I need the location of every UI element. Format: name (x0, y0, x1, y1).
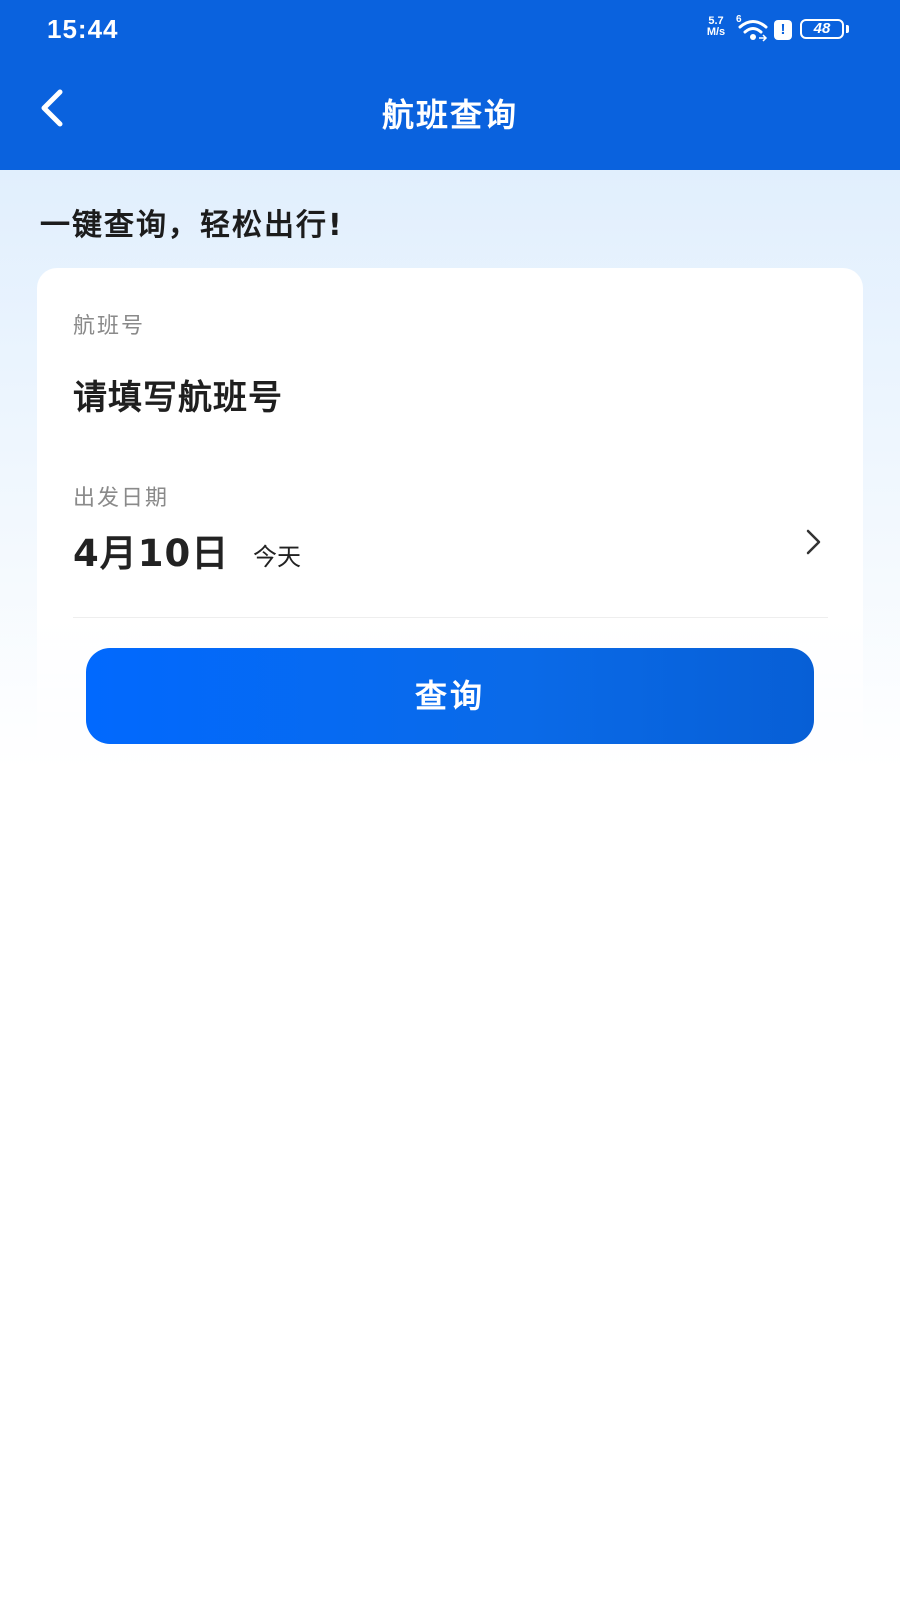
page-title: 航班查询 (381, 96, 518, 134)
alert-icon: ! (774, 20, 792, 40)
battery-tip (846, 25, 849, 33)
departure-date-relative: 今天 (253, 543, 301, 571)
divider (73, 617, 828, 618)
chevron-right-icon (806, 529, 821, 555)
departure-date-value: 4月10日 (73, 532, 230, 575)
wifi-network-label: 6 (736, 14, 742, 25)
status-bar: 15:44 5.7 M/s 6 ! 48 (0, 0, 900, 60)
slogan: 一键查询，轻松出行! (40, 208, 344, 243)
flight-number-input[interactable]: 请填写航班号 (73, 370, 813, 420)
query-button[interactable]: 查询 (86, 648, 814, 744)
departure-date-picker[interactable]: 4月10日 今天 (73, 515, 828, 575)
status-time: 15:44 (47, 14, 119, 44)
wifi-icon: 6 (736, 14, 770, 43)
departure-date-label: 出发日期 (73, 486, 170, 511)
flight-number-label: 航班号 (73, 314, 146, 339)
network-speed-unit: M/s (706, 26, 726, 38)
app-header: 15:44 5.7 M/s 6 ! 48 航班查询 (0, 0, 900, 170)
battery-icon: 48 (800, 19, 844, 39)
nav-bar: 航班查询 (0, 60, 900, 170)
network-speed: 5.7 M/s (700, 16, 732, 38)
